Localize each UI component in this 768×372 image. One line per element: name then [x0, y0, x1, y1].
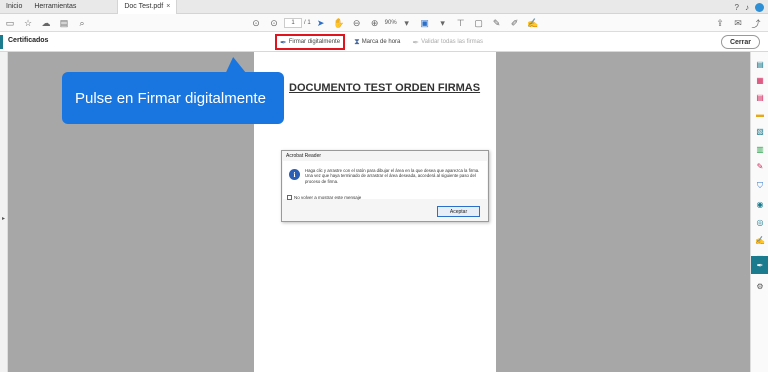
- close-label: Cerrar: [729, 38, 751, 46]
- left-panel-toggle[interactable]: ▸: [0, 52, 8, 372]
- highlight-icon[interactable]: ✐: [507, 16, 523, 30]
- fit-page-icon[interactable]: ▣: [417, 16, 433, 30]
- share-icon[interactable]: ⤴: [748, 16, 764, 30]
- checkbox-box[interactable]: [287, 195, 292, 200]
- cursor-icon[interactable]: ➤: [313, 16, 329, 30]
- request-signature-icon[interactable]: ✍: [754, 234, 766, 246]
- certificates-toolbar: Certificados ✒ Firmar digitalmente ⧗ Mar…: [0, 32, 768, 52]
- timestamp-label: Marca de hora: [361, 39, 401, 45]
- hand-icon[interactable]: ✋: [331, 16, 347, 30]
- tab-document[interactable]: Doc Test.pdf ×: [117, 0, 178, 14]
- organize-pages-icon[interactable]: ▦: [754, 74, 766, 86]
- print-icon[interactable]: ▤: [56, 16, 72, 30]
- search-icon[interactable]: ⌕: [74, 16, 90, 30]
- bell-icon[interactable]: ♪: [745, 3, 749, 12]
- close-tab-icon[interactable]: ×: [166, 3, 170, 10]
- tab-bar: Inicio Herramientas Doc Test.pdf × ? ♪: [0, 0, 768, 14]
- accent-bar: [0, 35, 3, 49]
- chevron-right-icon[interactable]: ▸: [2, 215, 5, 222]
- dialog-title: Acrobat Reader: [286, 153, 322, 159]
- callout-text: Pulse en Firmar digitalmente: [75, 89, 266, 107]
- tab-tools[interactable]: Herramientas: [28, 0, 82, 14]
- dont-show-again-checkbox[interactable]: No volver a mostrar este mensaje: [287, 195, 361, 200]
- zoom-out-icon[interactable]: ⊖: [349, 16, 365, 30]
- protect-icon[interactable]: ⛉: [754, 180, 766, 192]
- share-link-icon[interactable]: ⇪: [712, 16, 728, 30]
- timestamp-button[interactable]: ⧗ Marca de hora: [351, 34, 403, 50]
- create-pdf-icon[interactable]: ▤: [754, 91, 766, 103]
- edit-pdf-icon[interactable]: ▥: [754, 143, 766, 155]
- page-down-icon[interactable]: ⊙: [266, 16, 282, 30]
- more-tools-icon[interactable]: ⚙: [754, 280, 766, 292]
- dialog-body: i Haga clic y arrastre con el ratón para…: [283, 161, 487, 199]
- accept-button[interactable]: Aceptar: [437, 206, 480, 217]
- sign-digitally-label: Firmar digitalmente: [288, 39, 341, 45]
- validate-all-label: Validar todas las firmas: [421, 39, 483, 45]
- star-icon[interactable]: ☆: [20, 16, 36, 30]
- export-pdf-icon[interactable]: ▤: [754, 58, 766, 70]
- validate-all-button[interactable]: ✒ Validar todas las firmas: [409, 34, 486, 50]
- sign-digitally-button[interactable]: ✒ Firmar digitalmente: [275, 34, 346, 50]
- checkbox-label: No volver a mostrar este mensaje: [294, 195, 362, 200]
- close-button[interactable]: Cerrar: [720, 35, 760, 49]
- help-icon[interactable]: ?: [735, 3, 739, 12]
- accept-label: Aceptar: [449, 208, 468, 215]
- certificates-tool-icon[interactable]: ✒: [751, 256, 768, 274]
- create-icon[interactable]: ▭: [2, 16, 18, 30]
- pen-icon[interactable]: ✎: [489, 16, 505, 30]
- chevron-down-icon[interactable]: ▾: [399, 16, 415, 30]
- comment-tool-icon[interactable]: ▬: [754, 108, 766, 120]
- combine-files-icon[interactable]: ▧: [754, 125, 766, 137]
- page-total: / 1: [304, 20, 311, 26]
- fill-sign-icon[interactable]: ✍: [525, 16, 541, 30]
- fill-and-sign-icon[interactable]: ✎: [754, 160, 766, 172]
- page-number-input[interactable]: 1: [284, 18, 302, 28]
- tabbar-right: ? ♪: [735, 0, 764, 14]
- instruction-callout: Pulse en Firmar digitalmente: [62, 72, 284, 124]
- document-title: DOCUMENTO TEST ORDEN FIRMAS: [289, 82, 481, 94]
- zoom-in-icon[interactable]: ⊕: [367, 16, 383, 30]
- comment-icon[interactable]: ▢: [471, 16, 487, 30]
- email-icon[interactable]: ✉: [730, 16, 746, 30]
- validate-icon: ✒: [412, 37, 420, 47]
- cloud-upload-icon[interactable]: ☁: [38, 16, 54, 30]
- redact-icon[interactable]: ◎: [754, 216, 766, 228]
- toolbar: ▭ ☆ ☁ ▤ ⌕ ⊙ ⊙ 1 / 1 ➤ ✋ ⊖ ⊕ 90% ▾ ▣ ▾ ⊤ …: [0, 14, 768, 32]
- right-tools-panel: ▤ ▦ ▤ ▬ ▧ ▥ ✎ ⛉ ◉ ◎ ✍ ▤ ✒ ⚙: [750, 52, 768, 372]
- tab-home-label: Inicio: [6, 3, 23, 10]
- timestamp-icon: ⧗: [354, 37, 360, 46]
- compress-icon[interactable]: ◉: [754, 198, 766, 210]
- dialog-message: Haga clic y arrastre con el ratón para d…: [305, 168, 480, 184]
- info-icon: i: [289, 169, 300, 180]
- tab-document-label: Doc Test.pdf: [124, 3, 164, 10]
- avatar[interactable]: [755, 2, 764, 12]
- zoom-level[interactable]: 90%: [385, 20, 397, 26]
- page-up-icon[interactable]: ⊙: [248, 16, 264, 30]
- certificates-title: Certificados: [8, 37, 49, 44]
- scroll-mode-icon[interactable]: ⊤: [453, 16, 469, 30]
- tab-home[interactable]: Inicio: [0, 0, 28, 14]
- tab-tools-label: Herramientas: [34, 3, 77, 10]
- acrobat-dialog: Acrobat Reader i Haga clic y arrastre co…: [281, 150, 489, 222]
- chevron-down-icon[interactable]: ▾: [435, 16, 451, 30]
- sign-pen-icon: ✒: [280, 37, 287, 47]
